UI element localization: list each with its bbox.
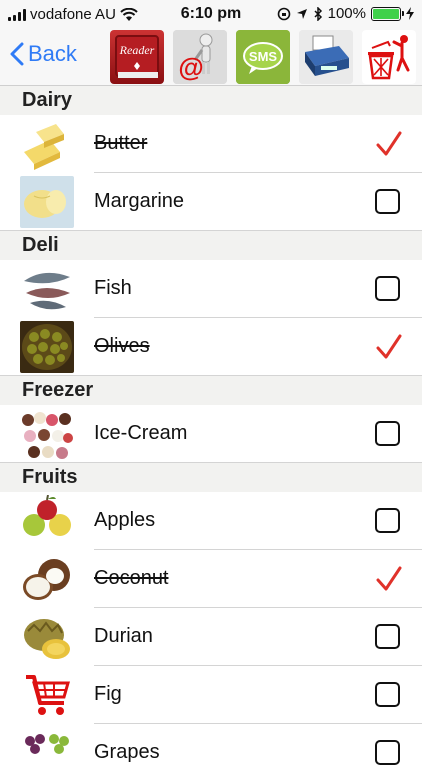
sms-icon: SMS — [236, 30, 290, 84]
email-icon: @ — [173, 30, 227, 84]
email-button[interactable]: @ — [173, 30, 227, 84]
item-label: Grapes — [94, 741, 160, 763]
item-label: Olives — [94, 335, 150, 357]
fig-cart-image — [20, 669, 74, 721]
checkbox[interactable] — [375, 508, 400, 533]
checkmark-icon[interactable] — [376, 566, 402, 592]
list-item[interactable]: Margarine — [0, 173, 422, 231]
list-item[interactable]: Fig — [0, 666, 422, 724]
checkbox[interactable] — [375, 682, 400, 707]
checkmark-icon[interactable] — [376, 334, 402, 360]
item-label: Margarine — [94, 190, 185, 212]
apples-image — [20, 495, 74, 547]
item-label: Apples — [94, 509, 156, 531]
reader-label: Reader — [119, 43, 155, 57]
list-item[interactable]: Ice-Cream — [0, 405, 422, 463]
sms-button[interactable]: SMS — [236, 30, 290, 84]
reader-button[interactable]: Reader — [110, 30, 164, 84]
butter-image — [20, 118, 74, 170]
battery-percent: 100% — [327, 5, 366, 22]
grapes-image — [20, 727, 74, 779]
item-label: Fig — [94, 683, 122, 705]
orientation-lock-icon — [277, 7, 290, 20]
item-label: Ice-Cream — [94, 422, 188, 444]
chevron-left-icon — [10, 42, 24, 66]
status-right: 100% — [277, 5, 414, 22]
list-item[interactable]: Apples — [0, 492, 422, 550]
battery-icon — [371, 6, 404, 21]
delete-button[interactable] — [362, 30, 416, 84]
svg-text:@: @ — [178, 52, 203, 82]
checkbox[interactable] — [375, 189, 400, 214]
durian-image — [20, 611, 74, 663]
list-item[interactable]: Fish — [0, 260, 422, 318]
charging-icon — [406, 7, 414, 20]
checkbox[interactable] — [375, 740, 400, 765]
item-label: Durian — [94, 625, 153, 647]
list-item[interactable]: Grapes — [0, 724, 422, 782]
trash-icon — [368, 35, 410, 80]
list-item[interactable]: Butter — [0, 115, 422, 173]
ice-cream-image — [20, 408, 74, 460]
olives-image — [20, 321, 74, 373]
back-label: Back — [28, 41, 77, 66]
sms-label: SMS — [249, 49, 278, 64]
section-header-deli: Deli — [0, 231, 422, 260]
nav-bar: Back Reader @ SMS — [0, 28, 422, 86]
coconut-image — [20, 553, 74, 605]
list-item[interactable]: Coconut — [0, 550, 422, 608]
checkbox[interactable] — [375, 276, 400, 301]
item-label: Fish — [94, 277, 132, 299]
margarine-image — [20, 176, 74, 228]
checkbox[interactable] — [375, 421, 400, 446]
bluetooth-icon — [314, 6, 322, 21]
section-header-fruits: Fruits — [0, 463, 422, 492]
list-item[interactable]: Olives — [0, 318, 422, 376]
status-bar: vodafone AU 6:10 pm 100% — [0, 0, 422, 28]
shopping-list: Dairy Butter Margarine Deli Fish Olives — [0, 86, 422, 782]
print-button[interactable] — [299, 30, 353, 84]
item-label: Coconut — [94, 567, 169, 589]
section-header-dairy: Dairy — [0, 86, 422, 115]
item-label: Butter — [94, 132, 148, 154]
checkmark-icon[interactable] — [376, 131, 402, 157]
list-item[interactable]: Durian — [0, 608, 422, 666]
back-button[interactable]: Back — [10, 41, 77, 67]
section-header-freezer: Freezer — [0, 376, 422, 405]
printer-icon — [299, 30, 353, 84]
fish-image — [20, 263, 74, 315]
location-icon — [296, 8, 307, 19]
checkbox[interactable] — [375, 624, 400, 649]
reader-book-icon: Reader — [115, 35, 159, 78]
